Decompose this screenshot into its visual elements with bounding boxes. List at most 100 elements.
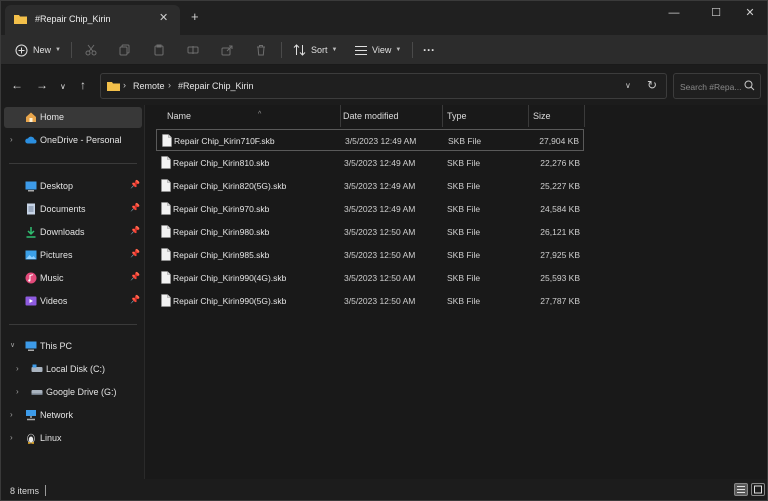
file-row[interactable]: Repair Chip_Kirin990(5G).skb 3/5/2023 12:… [156,290,584,312]
minimize-button[interactable]: — [653,3,695,23]
tab-repair-chip-kirin[interactable]: #Repair Chip_Kirin ✕ [5,5,180,35]
title-bar: #Repair Chip_Kirin ✕ + — ☐ ✕ [1,1,767,35]
new-tab-button[interactable]: + [191,9,199,24]
folder-icon [107,82,120,91]
file-size: 24,584 KB [540,204,580,214]
file-name: Repair Chip_Kirin980.skb [173,227,270,237]
expand-chevron-icon[interactable]: › [16,387,19,396]
expand-chevron-icon[interactable]: › [10,433,13,442]
file-row[interactable]: Repair Chip_Kirin710F.skb 3/5/2023 12:49 … [156,129,584,151]
address-dropdown-icon[interactable]: ∨ [625,81,631,90]
sidebar-item-home[interactable]: Home [4,107,142,128]
toolbar-divider [71,42,72,58]
column-header-size[interactable]: Size [530,105,584,127]
view-label: View [372,45,392,55]
file-row[interactable]: Repair Chip_Kirin970.skb 3/5/2023 12:49 A… [156,198,584,220]
sidebar-item-music[interactable]: Music 📌 [4,268,142,289]
sidebar-item-network[interactable]: › Network [4,405,142,426]
file-date-modified: 3/5/2023 12:50 AM [344,296,416,306]
file-name: Repair Chip_Kirin710F.skb [174,136,275,146]
file-type: SKB File [447,273,481,283]
file-row[interactable]: Repair Chip_Kirin985.skb 3/5/2023 12:50 A… [156,244,584,266]
column-divider[interactable] [584,105,585,127]
sidebar-item-local-disk[interactable]: › Local Disk (C:) [4,359,142,380]
sidebar-item-label: Home [40,112,65,122]
refresh-icon[interactable]: ↻ [647,78,657,92]
pin-icon[interactable]: 📌 [130,203,140,212]
sidebar-item-this-pc[interactable]: ∨ This PC [4,336,142,357]
column-divider[interactable] [340,105,341,127]
item-count: 8 items [10,486,40,496]
sidebar-item-videos[interactable]: Videos 📌 [4,291,142,312]
more-options-button[interactable]: ··· [423,41,435,59]
expand-chevron-icon[interactable]: › [10,410,13,419]
pin-icon[interactable]: 📌 [130,249,140,258]
sidebar-item-documents[interactable]: Documents 📌 [4,199,142,220]
recent-locations-chevron-icon[interactable]: ∨ [60,80,66,94]
collapse-chevron-icon[interactable]: ∨ [10,341,15,349]
drive-icon [31,364,43,372]
pin-icon[interactable]: 📌 [130,226,140,235]
file-row[interactable]: Repair Chip_Kirin810.skb 3/5/2023 12:49 A… [156,152,584,174]
column-divider[interactable] [528,105,529,127]
chevron-down-icon: ▼ [395,47,402,53]
file-row[interactable]: Repair Chip_Kirin980.skb 3/5/2023 12:50 A… [156,221,584,243]
share-button[interactable] [221,41,238,59]
rename-button[interactable] [187,41,204,59]
expand-chevron-icon[interactable]: › [16,364,19,373]
column-header-type[interactable]: Type [444,105,524,127]
sidebar-item-label: Linux [40,433,62,443]
close-window-button[interactable]: ✕ [729,3,768,23]
file-size: 26,121 KB [540,227,580,237]
file-size: 27,787 KB [540,296,580,306]
close-tab-icon[interactable]: ✕ [159,11,168,24]
forward-arrow-icon[interactable]: → [36,78,48,92]
folder-icon [14,15,27,24]
large-icons-view-button[interactable] [751,483,765,496]
pin-icon[interactable]: 📌 [130,272,140,281]
paste-button[interactable] [153,41,170,59]
file-size: 25,227 KB [540,181,580,191]
address-bar[interactable]: › Remote › #Repair Chip_Kirin ∨ ↻ [100,73,667,99]
back-arrow-icon[interactable]: ← [11,78,23,92]
breadcrumb-current-folder[interactable]: #Repair Chip_Kirin [178,81,254,91]
breadcrumb-remote[interactable]: Remote [133,81,165,91]
download-icon [26,227,36,238]
file-row[interactable]: Repair Chip_Kirin820(5G).skb 3/5/2023 12:… [156,175,584,197]
sidebar-item-label: Pictures [40,250,73,260]
cut-button[interactable] [85,41,102,59]
column-header-date-modified[interactable]: Date modified [342,105,442,127]
sidebar-item-google-drive[interactable]: › Google Drive (G:) [4,382,142,403]
sidebar-item-desktop[interactable]: Desktop 📌 [4,176,142,197]
file-row[interactable]: Repair Chip_Kirin990(4G).skb 3/5/2023 12:… [156,267,584,289]
pin-icon[interactable]: 📌 [130,180,140,189]
command-bar: New ▼ Sort ▼ View ▼ ··· [1,35,767,65]
pin-icon[interactable]: 📌 [130,295,140,304]
delete-button[interactable] [255,41,272,59]
column-header-name[interactable]: ^ Name [158,105,338,127]
file-size: 27,925 KB [540,250,580,260]
sidebar-item-label: This PC [40,341,73,351]
sidebar-item-label: Network [40,410,74,420]
up-arrow-icon[interactable]: ↑ [80,78,86,92]
details-view-button[interactable] [734,483,748,496]
sort-icon [293,44,306,56]
sidebar-item-label: Desktop [40,181,74,191]
sidebar-item-pictures[interactable]: Pictures 📌 [4,245,142,266]
sidebar-item-downloads[interactable]: Downloads 📌 [4,222,142,243]
pc-icon [25,341,37,351]
sidebar-item-onedrive[interactable]: › OneDrive - Personal [4,130,142,151]
file-name: Repair Chip_Kirin970.skb [173,204,270,214]
copy-button[interactable] [119,41,136,59]
new-button[interactable]: New ▼ [15,41,61,59]
sidebar-item-linux[interactable]: › Linux [4,428,142,449]
file-icon [162,134,172,149]
column-divider[interactable] [442,105,443,127]
music-icon [25,272,37,284]
view-button[interactable]: View ▼ [355,41,401,59]
copy-icon [119,44,130,56]
sort-button[interactable]: Sort ▼ [293,41,337,59]
toolbar-divider [281,42,282,58]
search-input[interactable]: Search #Repa... [673,73,761,99]
expand-chevron-icon[interactable]: › [10,135,13,144]
